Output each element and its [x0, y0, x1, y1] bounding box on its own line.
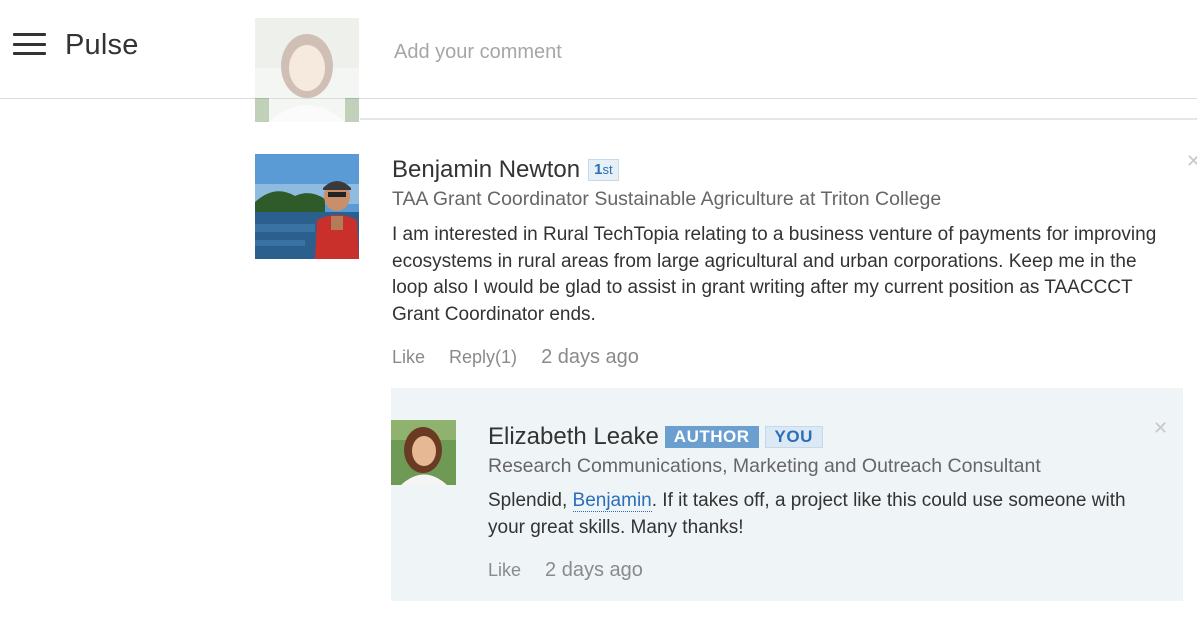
- commenter-name-line: Benjamin Newton 1st: [392, 156, 619, 184]
- reply-timestamp: 2 days ago: [545, 559, 643, 581]
- reply-text-before: Splendid,: [488, 490, 573, 511]
- pulse-comments-page: Pulse Benjamin Ne: [0, 0, 1197, 619]
- comment-text: I am interested in Rural TechTopia relat…: [392, 224, 1157, 325]
- commenter-avatar[interactable]: [255, 154, 359, 259]
- author-badge: AUTHOR: [664, 426, 759, 448]
- hamburger-menu-icon[interactable]: [13, 33, 46, 55]
- connection-degree-badge: 1st: [588, 159, 619, 181]
- reply-author-name-line: Elizabeth Leake AUTHOR YOU: [488, 423, 823, 451]
- reply-button[interactable]: Reply(1): [449, 347, 517, 368]
- like-button[interactable]: Like: [392, 347, 425, 368]
- comment-timestamp: 2 days ago: [541, 346, 639, 368]
- current-user-avatar: [255, 18, 359, 122]
- commenter-name[interactable]: Benjamin Newton: [392, 156, 580, 184]
- close-icon[interactable]: ✕: [1153, 418, 1168, 439]
- degree-suffix: st: [602, 162, 613, 177]
- you-badge: YOU: [764, 426, 823, 448]
- composer-divider: [360, 118, 1197, 120]
- reply-author-headline: Research Communications, Marketing and O…: [488, 455, 1041, 477]
- reply-like-button[interactable]: Like: [488, 560, 521, 581]
- reply-text: Splendid, Benjamin. If it takes off, a p…: [488, 488, 1158, 541]
- reply-author-name[interactable]: Elizabeth Leake: [488, 423, 659, 451]
- close-icon[interactable]: ✕: [1186, 151, 1197, 172]
- reply-actions: Like 2 days ago: [488, 559, 643, 582]
- comment-actions: Like Reply(1) 2 days ago: [392, 346, 639, 369]
- mention-link[interactable]: Benjamin: [572, 490, 652, 512]
- app-title[interactable]: Pulse: [65, 29, 139, 62]
- reply-author-avatar[interactable]: [391, 420, 456, 485]
- commenter-headline: TAA Grant Coordinator Sustainable Agricu…: [392, 188, 942, 210]
- comment-input[interactable]: [392, 36, 1176, 68]
